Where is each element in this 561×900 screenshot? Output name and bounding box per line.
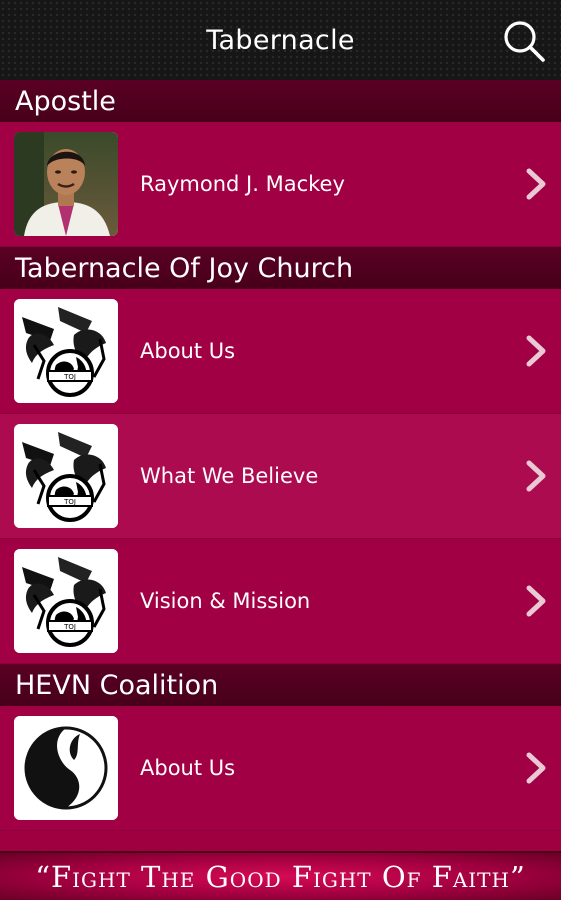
list-item-label: About Us <box>140 339 236 363</box>
angels-globe-logo: TOJ <box>14 299 118 403</box>
chevron-right-icon <box>526 335 546 367</box>
list-item-label: Vision & Mission <box>140 589 311 613</box>
menu-list: Apostle Raymond J. Mackey Tabernacle Of … <box>0 80 561 831</box>
section-header-tabernacle-of-joy: Tabernacle Of Joy Church <box>0 247 561 289</box>
app-screen: Tabernacle Apostle Raymond J. Mackey Tab… <box>0 0 561 900</box>
chevron-right-icon <box>526 752 546 784</box>
list-item-label: About Us <box>140 756 236 780</box>
portrait-photo <box>14 132 118 236</box>
list-item-label: Raymond J. Mackey <box>140 172 345 196</box>
angels-globe-logo: TOJ <box>14 424 118 528</box>
section-header-hevn-coalition: HEVN Coalition <box>0 664 561 706</box>
app-title: Tabernacle <box>206 24 355 56</box>
section-header-apostle: Apostle <box>0 80 561 122</box>
yin-yang-dove-logo <box>14 716 118 820</box>
svg-text:TOJ: TOJ <box>63 498 76 506</box>
svg-text:TOJ: TOJ <box>63 373 76 381</box>
footer-quote: “Fight The Good Fight Of Faith” <box>35 859 526 894</box>
svg-text:TOJ: TOJ <box>63 623 76 631</box>
top-app-bar: Tabernacle <box>0 0 561 80</box>
chevron-right-icon <box>526 168 546 200</box>
list-item-hevn-about-us[interactable]: About Us <box>0 706 561 831</box>
list-item-vision-mission[interactable]: TOJ Vision & Mission <box>0 539 561 664</box>
list-item-raymond-mackey[interactable]: Raymond J. Mackey <box>0 122 561 247</box>
list-item-what-we-believe[interactable]: TOJ What We Believe <box>0 414 561 539</box>
chevron-right-icon <box>526 460 546 492</box>
search-icon[interactable] <box>501 18 547 64</box>
list-item-label: What We Believe <box>140 464 319 488</box>
list-item-about-us[interactable]: TOJ About Us <box>0 289 561 414</box>
chevron-right-icon <box>526 585 546 617</box>
angels-globe-logo: TOJ <box>14 549 118 653</box>
footer-banner: “Fight The Good Fight Of Faith” <box>0 851 561 900</box>
